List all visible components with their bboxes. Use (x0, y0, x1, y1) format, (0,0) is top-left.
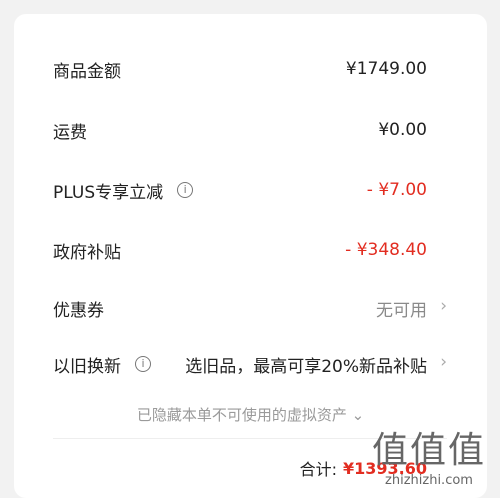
chevron-right-icon[interactable]: › (440, 296, 447, 316)
coupon-label: 优惠券 (53, 300, 104, 321)
goods-amount-value: ¥1749.00 (345, 59, 427, 79)
row-coupon[interactable]: 优惠券 无可用 (53, 293, 427, 323)
row-goods-amount: 商品金额 ¥1749.00 (53, 54, 427, 84)
total-label: 合计: (299, 460, 337, 479)
goods-amount-label: 商品金额 (53, 61, 121, 82)
watermark-text: zhizhizhi.com (385, 473, 473, 488)
plus-discount-value: - ¥7.00 (366, 180, 427, 200)
chevron-down-icon: ⌄ (351, 406, 365, 424)
shipping-label: 运费 (53, 122, 87, 143)
trade-in-label: 以旧换新 (53, 356, 121, 377)
chevron-right-icon[interactable]: › (440, 352, 447, 372)
hidden-assets-text: 已隐藏本单不可使用的虚拟资产 (136, 406, 347, 424)
info-circle-icon[interactable]: i (177, 182, 194, 198)
plus-discount-label: PLUS专享立减 (53, 182, 164, 203)
coupon-value: 无可用 (376, 300, 427, 321)
watermark: 值值值 zhizhizhi.com (372, 421, 486, 488)
trade-in-value: 选旧品，最高可享20%新品补贴 (185, 356, 427, 377)
row-plus-discount: PLUS专享立减 i - ¥7.00 (53, 175, 427, 205)
shipping-value: ¥0.00 (378, 120, 427, 140)
row-shipping: 运费 ¥0.00 (53, 115, 427, 145)
watermark-logo: 值值值 (371, 430, 486, 471)
row-trade-in[interactable]: 以旧换新 i 选旧品，最高可享20%新品补贴 (53, 349, 427, 379)
info-circle-icon[interactable]: i (135, 356, 151, 372)
government-subsidy-value: - ¥348.40 (345, 240, 427, 260)
government-subsidy-label: 政府补贴 (53, 242, 121, 263)
row-government-subsidy: 政府补贴 - ¥348.40 (53, 235, 427, 265)
